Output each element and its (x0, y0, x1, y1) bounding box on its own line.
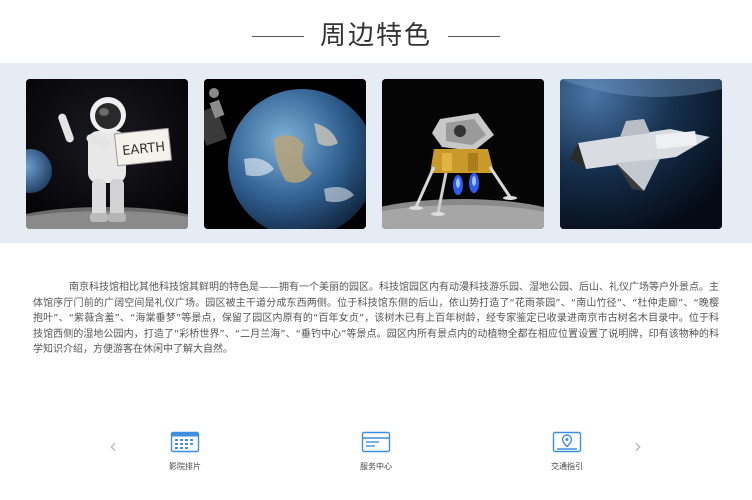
quick-link-service-center[interactable]: 服务中心 (336, 430, 416, 472)
gallery-image-lunar-module[interactable] (382, 79, 544, 229)
quick-link-label: 影院排片 (169, 462, 201, 471)
section-title: 周边特色 (319, 21, 432, 51)
gallery-image-earth[interactable] (204, 79, 366, 229)
title-left-rule (251, 35, 304, 37)
service-card-icon (361, 430, 391, 454)
section-header: 周边特色 (0, 16, 752, 56)
image-gallery: EARTH (0, 63, 752, 243)
carousel-next-button[interactable]: › (634, 436, 642, 456)
map-pin-icon (552, 430, 582, 454)
quick-link-label: 交通指引 (551, 462, 583, 471)
carousel-prev-button[interactable]: ‹ (109, 436, 117, 456)
gallery-image-space-shuttle[interactable] (560, 79, 722, 229)
gallery-image-astronaut[interactable]: EARTH (26, 79, 188, 229)
calendar-icon (170, 430, 200, 454)
quick-link-cinema-schedule[interactable]: 影院排片 (145, 430, 225, 472)
quick-link-label: 服务中心 (360, 462, 392, 471)
description-paragraph: 南京科技馆相比其他科技馆其鲜明的特色是——拥有一个美丽的园区。科技馆园区内有动漫… (33, 282, 719, 355)
title-right-rule (448, 35, 500, 37)
quick-link-transport-guide[interactable]: 交通指引 (527, 430, 607, 472)
